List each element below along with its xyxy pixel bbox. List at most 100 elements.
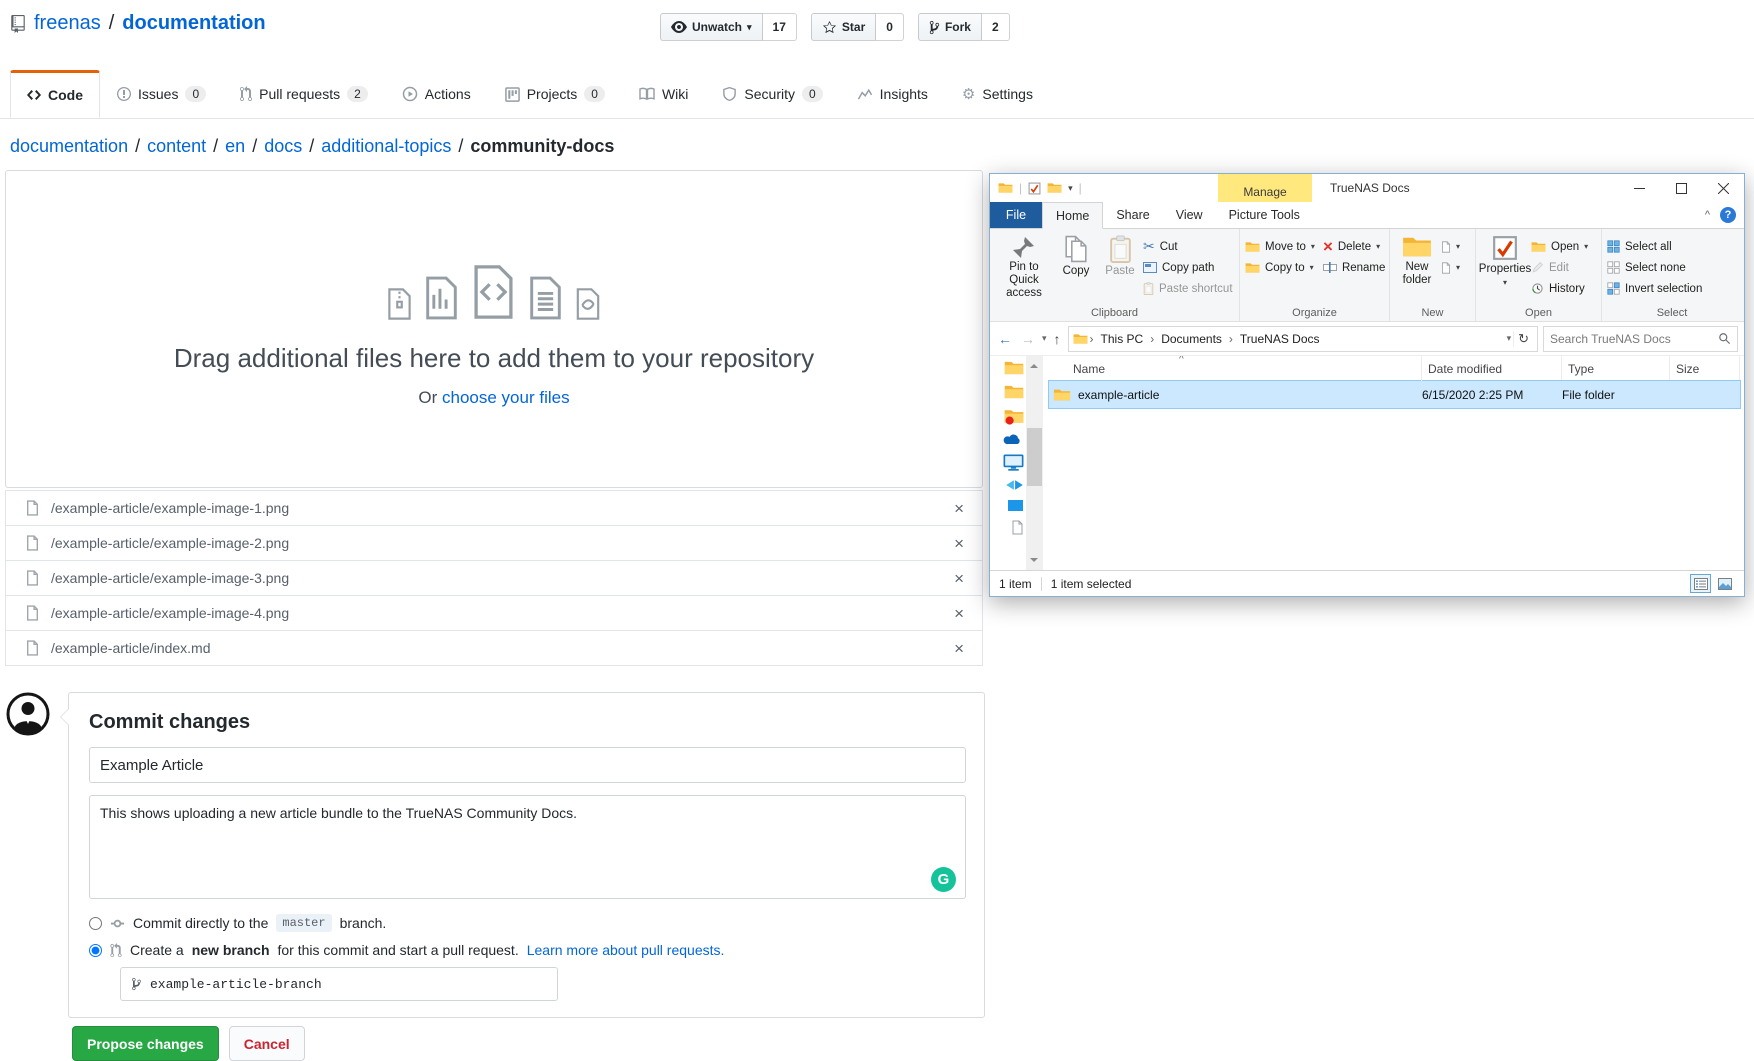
folder-icon[interactable]	[1004, 384, 1024, 400]
unwatch-button[interactable]: Unwatch ▾	[660, 13, 763, 41]
remove-file-icon[interactable]: ×	[954, 500, 964, 517]
qat-customize-caret-icon[interactable]: ▾	[1068, 183, 1073, 194]
address-dropdown-caret-icon[interactable]: ▾	[1507, 333, 1512, 344]
pin-to-quick-access-button[interactable]: Pin to Quick access	[995, 232, 1053, 301]
creative-cloud-folder-icon[interactable]	[1004, 408, 1024, 425]
propose-changes-button[interactable]: Propose changes	[72, 1026, 219, 1061]
copy-to-button[interactable]: Copy to ▾	[1245, 258, 1315, 277]
breadcrumb-en[interactable]: en	[225, 136, 245, 157]
this-pc-icon[interactable]	[1003, 454, 1024, 471]
tab-view[interactable]: View	[1163, 202, 1216, 228]
delete-button[interactable]: × Delete ▾	[1323, 237, 1385, 256]
star-button[interactable]: Star	[811, 13, 876, 41]
breadcrumb-content[interactable]: content	[147, 136, 206, 157]
column-type[interactable]: Type	[1562, 356, 1670, 381]
remove-file-icon[interactable]: ×	[954, 535, 964, 552]
folder-icon[interactable]	[998, 182, 1013, 194]
document-icon[interactable]	[1011, 520, 1024, 535]
back-icon[interactable]: ←	[996, 331, 1014, 347]
tab-issues[interactable]: Issues 0	[100, 70, 223, 118]
fork-count[interactable]: 2	[982, 13, 1010, 41]
copy-button[interactable]: Copy	[1055, 232, 1097, 278]
grammarly-icon[interactable]: G	[931, 867, 956, 892]
new-folder-button[interactable]: New folder	[1395, 232, 1439, 287]
breadcrumb-docs[interactable]: docs	[264, 136, 302, 157]
new-branch-radio[interactable]	[89, 944, 102, 957]
tab-home[interactable]: Home	[1042, 202, 1103, 229]
properties-button[interactable]: Properties ▾	[1481, 232, 1529, 287]
commit-title-input[interactable]	[89, 747, 966, 783]
rename-button[interactable]: Rename	[1323, 258, 1385, 277]
up-icon[interactable]: ↑	[1052, 331, 1063, 347]
details-view-button[interactable]	[1690, 574, 1711, 593]
maximize-button[interactable]	[1660, 174, 1702, 202]
network-drive-icon[interactable]	[1005, 479, 1024, 491]
tab-insights[interactable]: Insights	[840, 70, 945, 118]
help-icon[interactable]: ?	[1720, 207, 1736, 223]
breadcrumb-root[interactable]: documentation	[10, 136, 128, 157]
fork-button[interactable]: Fork	[918, 13, 982, 41]
address-crumb-this-pc[interactable]: This PC	[1096, 332, 1149, 346]
file-drop-zone[interactable]: Drag additional files here to add them t…	[5, 170, 983, 488]
tab-picture-tools[interactable]: Picture Tools	[1216, 202, 1313, 228]
open-button[interactable]: Open ▾	[1531, 237, 1588, 256]
cut-button[interactable]: ✂ Cut	[1143, 237, 1233, 256]
watch-count[interactable]: 17	[763, 13, 797, 41]
file-row-selected[interactable]: example-article 6/15/2020 2:25 PM File f…	[1049, 381, 1740, 408]
paste-button[interactable]: Paste	[1099, 232, 1141, 278]
remove-file-icon[interactable]: ×	[954, 570, 964, 587]
tab-wiki[interactable]: Wiki	[622, 70, 705, 118]
title-bar[interactable]: | ▾ | Manage TrueNAS Docs	[990, 174, 1744, 202]
scroll-up-icon[interactable]	[1030, 360, 1038, 368]
search-input[interactable]	[1550, 332, 1714, 346]
collapse-ribbon-icon[interactable]: ^	[1705, 209, 1710, 221]
tab-security[interactable]: Security 0	[705, 70, 839, 118]
properties-check-icon[interactable]	[1028, 182, 1041, 195]
address-box[interactable]: › This PC › Documents › TrueNAS Docs ▾ ↻	[1068, 326, 1538, 352]
remove-file-icon[interactable]: ×	[954, 640, 964, 657]
forward-icon[interactable]: →	[1019, 331, 1037, 347]
minimize-button[interactable]	[1618, 174, 1660, 202]
column-size[interactable]: Size	[1670, 356, 1740, 381]
removable-drive-icon[interactable]	[1007, 499, 1024, 512]
tab-projects[interactable]: Projects 0	[488, 70, 622, 118]
onedrive-icon[interactable]	[1003, 433, 1024, 446]
commit-message-textarea[interactable]: This shows uploading a new article bundl…	[89, 795, 966, 899]
remove-file-icon[interactable]: ×	[954, 605, 964, 622]
edit-button[interactable]: Edit	[1531, 258, 1588, 277]
thumbnail-view-button[interactable]	[1714, 574, 1735, 593]
column-date-modified[interactable]: Date modified	[1422, 356, 1562, 381]
choose-files-link[interactable]: choose your files	[442, 388, 570, 407]
search-icon[interactable]	[1718, 332, 1731, 345]
close-button[interactable]	[1702, 174, 1744, 202]
column-name[interactable]: Name ^	[1049, 356, 1422, 381]
history-button[interactable]: History	[1531, 279, 1588, 298]
tab-settings[interactable]: ⚙ Settings	[945, 70, 1050, 118]
repo-owner-link[interactable]: freenas	[34, 12, 101, 35]
learn-more-link[interactable]: Learn more about pull requests.	[527, 942, 725, 958]
tab-share[interactable]: Share	[1103, 202, 1162, 228]
scrollbar-thumb[interactable]	[1027, 428, 1042, 486]
refresh-icon[interactable]: ↻	[1513, 331, 1533, 347]
recent-locations-caret-icon[interactable]: ▾	[1042, 333, 1047, 344]
tab-code[interactable]: Code	[10, 70, 100, 118]
paste-shortcut-button[interactable]: Paste shortcut	[1143, 279, 1233, 298]
manage-contextual-tab[interactable]: Manage	[1218, 174, 1312, 202]
tab-pull-requests[interactable]: Pull requests 2	[223, 70, 385, 118]
address-crumb-truenas-docs[interactable]: TrueNAS Docs	[1235, 332, 1325, 346]
commit-direct-radio[interactable]	[89, 917, 102, 930]
nav-scrollbar[interactable]	[1026, 356, 1043, 570]
navigation-pane[interactable]	[990, 356, 1026, 570]
branch-name-input[interactable]	[150, 977, 547, 992]
select-all-button[interactable]: Select all	[1607, 237, 1702, 256]
new-item-button[interactable]: ▾	[1441, 237, 1460, 256]
repo-name-link[interactable]: documentation	[122, 12, 265, 35]
breadcrumb-additional-topics[interactable]: additional-topics	[321, 136, 451, 157]
tab-file[interactable]: File	[990, 202, 1042, 228]
address-crumb-documents[interactable]: Documents	[1156, 332, 1227, 346]
scroll-down-icon[interactable]	[1030, 558, 1038, 566]
select-none-button[interactable]: Select none	[1607, 258, 1702, 277]
folder-icon[interactable]	[1004, 360, 1024, 376]
star-count[interactable]: 0	[876, 13, 904, 41]
move-to-button[interactable]: Move to ▾	[1245, 237, 1315, 256]
